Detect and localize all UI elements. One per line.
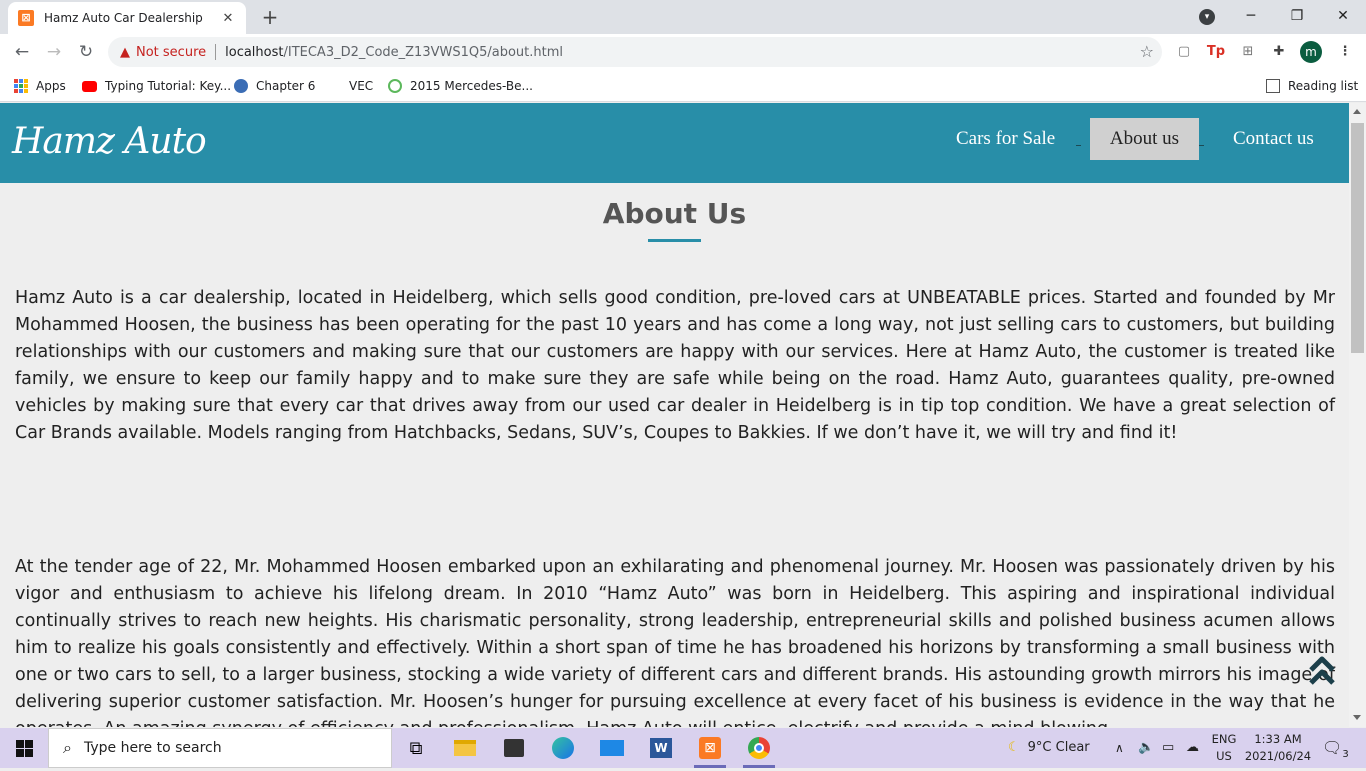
task-view-icon[interactable]: ⧉ xyxy=(396,732,436,764)
python-icon xyxy=(234,79,248,93)
tab-title: Hamz Auto Car Dealership xyxy=(44,11,203,25)
nav-divider xyxy=(1076,145,1081,146)
new-tab-button[interactable]: + xyxy=(256,4,284,30)
xampp-icon: ⊠ xyxy=(18,10,34,26)
security-label[interactable]: Not secure xyxy=(136,45,206,60)
bookmark-chapter-6[interactable]: Chapter 6 xyxy=(234,76,315,96)
url-host: localhost xyxy=(225,44,284,60)
warning-icon[interactable]: ▲ xyxy=(120,45,130,60)
bookmarks-bar: Apps Typing Tutorial: Key... Chapter 6 V… xyxy=(0,70,1366,102)
minimize-button[interactable]: ─ xyxy=(1228,0,1274,34)
xampp-taskbar-icon[interactable]: ⊠ xyxy=(690,732,730,768)
page-scrollbar[interactable] xyxy=(1349,103,1366,727)
close-tab-icon[interactable]: ✕ xyxy=(220,11,236,26)
speaker-icon[interactable]: 🔈 xyxy=(1138,728,1154,768)
extensions-puzzle-icon[interactable]: ✚ xyxy=(1268,41,1290,63)
region-code: US xyxy=(1216,749,1232,763)
scroll-up-arrow-icon[interactable] xyxy=(1353,109,1361,114)
page-viewport: Hamz Auto Cars for Sale About us Contact… xyxy=(0,103,1349,727)
url-text[interactable]: localhost/ITECA3_D2_Code_Z13VWS1Q5/about… xyxy=(225,45,563,60)
weather-widget[interactable]: ☾ 9°C Clear xyxy=(1008,728,1090,768)
youtube-icon xyxy=(82,80,97,92)
edge-icon[interactable] xyxy=(543,732,583,764)
reading-list-label: Reading list xyxy=(1288,79,1359,93)
profile-avatar[interactable]: m xyxy=(1300,41,1322,63)
bookmark-typing-tutorial[interactable]: Typing Tutorial: Key... xyxy=(82,76,231,96)
search-icon: ⌕ xyxy=(63,738,72,757)
extension-tp-icon[interactable]: Tp xyxy=(1205,41,1227,63)
windows-logo-icon xyxy=(15,739,33,757)
bookmark-vec[interactable]: VEC xyxy=(327,76,373,96)
bookmark-apps[interactable]: Apps xyxy=(14,76,66,96)
nav-divider xyxy=(1199,145,1204,146)
chrome-icon[interactable] xyxy=(739,732,779,768)
moon-icon: ☾ xyxy=(1008,740,1020,755)
onedrive-icon[interactable]: ☁ xyxy=(1186,728,1199,768)
scroll-to-top-icon[interactable] xyxy=(1308,656,1336,688)
windows-taskbar: ⌕ Type here to search ⧉ W ⊠ ☾ 9°C Clear ∧… xyxy=(0,728,1366,768)
browser-tab[interactable]: ⊠ Hamz Auto Car Dealership ✕ xyxy=(8,2,246,34)
title-underline xyxy=(648,239,701,242)
blank-page-icon xyxy=(327,79,341,93)
taskbar-search[interactable]: ⌕ Type here to search xyxy=(48,728,392,768)
start-button[interactable] xyxy=(0,728,48,768)
clock-time: 1:33 AM xyxy=(1254,732,1302,746)
tab-search-icon[interactable]: ▾ xyxy=(1199,9,1215,25)
bookmark-label: 2015 Mercedes-Be... xyxy=(410,79,533,93)
extension-grammar-icon[interactable]: ⊞ xyxy=(1237,41,1259,63)
scrollbar-thumb[interactable] xyxy=(1351,123,1364,353)
search-placeholder: Type here to search xyxy=(83,740,222,756)
close-window-button[interactable]: ✕ xyxy=(1320,0,1366,34)
site-logo[interactable]: Hamz Auto xyxy=(12,121,207,162)
bookmark-label: VEC xyxy=(349,79,374,93)
battery-icon[interactable]: ▭ xyxy=(1162,728,1174,768)
bookmark-star-icon[interactable]: ☆ xyxy=(1140,42,1154,61)
clock-date: 2021/06/24 xyxy=(1244,749,1312,763)
back-icon[interactable]: ← xyxy=(10,40,34,64)
browser-tabstrip: ⊠ Hamz Auto Car Dealership ✕ + ▾ ─ ❐ ✕ xyxy=(0,0,1366,34)
reload-icon[interactable]: ↻ xyxy=(74,40,98,64)
nav-about-us[interactable]: About us xyxy=(1090,118,1199,160)
address-bar[interactable]: ▲ Not secure localhost/ITECA3_D2_Code_Z1… xyxy=(108,37,1162,67)
apps-grid-icon xyxy=(14,79,28,93)
nav-cars-for-sale[interactable]: Cars for Sale xyxy=(940,118,1071,160)
divider xyxy=(215,44,217,60)
store-icon[interactable] xyxy=(494,732,534,764)
bookmark-label: Typing Tutorial: Key... xyxy=(105,79,232,93)
notification-count: 3 xyxy=(1342,749,1349,760)
nav-contact-us[interactable]: Contact us xyxy=(1217,118,1330,160)
show-hidden-icons[interactable]: ∧ xyxy=(1115,728,1124,768)
taskbar-clock[interactable]: 1:33 AM 2021/06/24 xyxy=(1244,731,1312,765)
bookmark-label: Apps xyxy=(36,79,66,93)
bookmark-label: Chapter 6 xyxy=(256,79,316,93)
mercedes-site-icon xyxy=(388,79,402,93)
extension-pocket-icon[interactable]: ▢ xyxy=(1173,41,1195,63)
bookmark-mercedes[interactable]: 2015 Mercedes-Be... xyxy=(388,76,533,96)
word-icon[interactable]: W xyxy=(641,732,681,764)
site-navbar: Hamz Auto Cars for Sale About us Contact… xyxy=(0,103,1349,183)
page-title: About Us xyxy=(602,197,747,230)
about-paragraph-2: At the tender age of 22, Mr. Mohammed Ho… xyxy=(15,557,1335,727)
reading-list-button[interactable]: Reading list xyxy=(1266,76,1358,96)
restore-button[interactable]: ❐ xyxy=(1274,0,1320,34)
file-explorer-icon[interactable] xyxy=(445,732,485,764)
about-paragraph-1: Hamz Auto is a car dealership, located i… xyxy=(15,288,1335,443)
weather-text: 9°C Clear xyxy=(1027,740,1090,755)
scroll-down-arrow-icon[interactable] xyxy=(1353,715,1361,720)
mail-icon[interactable] xyxy=(592,732,632,764)
language-indicator[interactable]: ENG US xyxy=(1210,731,1238,765)
forward-icon[interactable]: → xyxy=(42,40,66,64)
language-code: ENG xyxy=(1211,732,1237,746)
browser-toolbar: ← → ↻ ▲ Not secure localhost/ITECA3_D2_C… xyxy=(0,34,1366,70)
url-path: /ITECA3_D2_Code_Z13VWS1Q5/about.html xyxy=(283,44,564,60)
menu-kebab-icon[interactable]: ⋮ xyxy=(1334,41,1356,63)
notification-center-icon[interactable]: 🗨3 xyxy=(1322,728,1349,768)
reading-list-icon xyxy=(1266,79,1280,93)
